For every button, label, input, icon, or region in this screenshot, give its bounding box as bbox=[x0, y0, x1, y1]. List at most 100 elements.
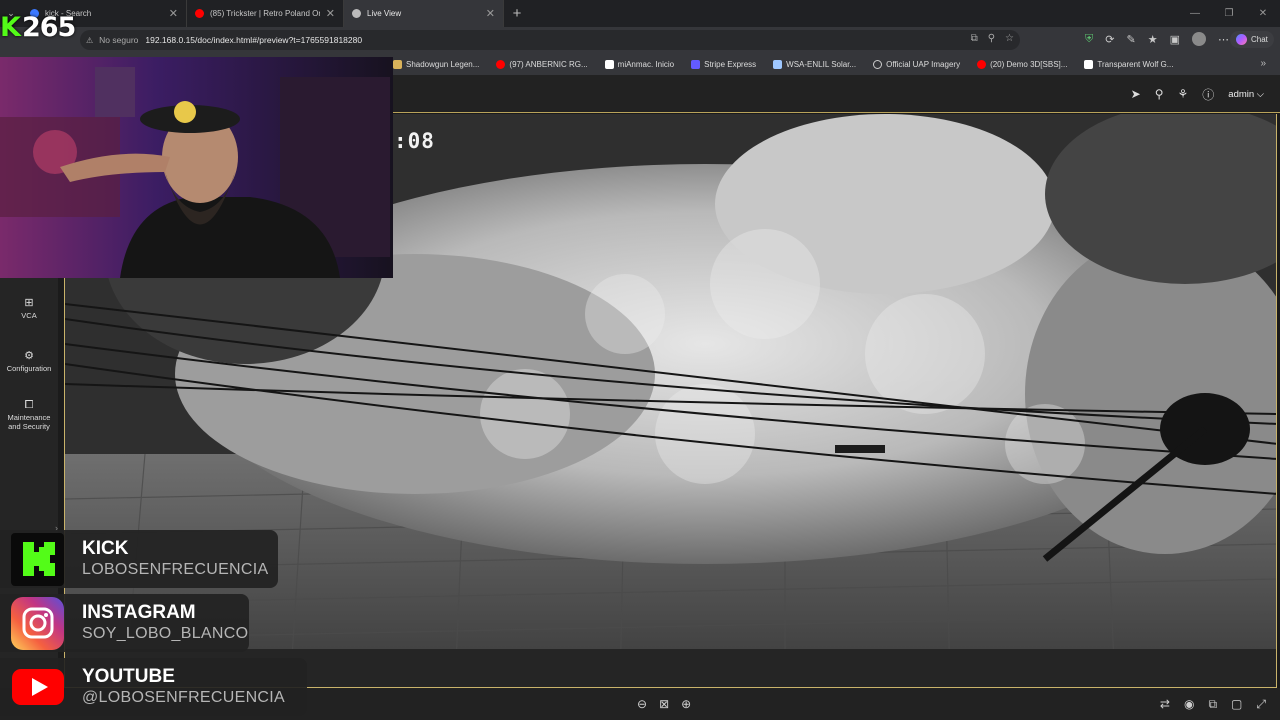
sidebar-item-label: VCA bbox=[21, 311, 37, 320]
live-view-favicon-icon bbox=[352, 9, 361, 18]
youtube-icon bbox=[496, 59, 506, 69]
streamer-webcam bbox=[0, 57, 393, 278]
bookmark-label: Stripe Express bbox=[704, 59, 757, 69]
refresh-extension-icon[interactable]: ⟳ bbox=[1105, 33, 1114, 46]
bookmark-label: Shadowgun Legen... bbox=[406, 59, 480, 69]
screen: ⌄ kick - Search ✕ (85) Trickster | Retro… bbox=[0, 0, 1280, 720]
new-tab-button[interactable]: + bbox=[504, 0, 530, 27]
address-bar[interactable]: ⚠ No seguro 192.168.0.15/doc/index.html#… bbox=[80, 30, 1020, 50]
youtube-icon bbox=[977, 59, 987, 69]
translate-icon[interactable]: ⧉ bbox=[971, 33, 978, 44]
bookmark-item[interactable]: Official UAP Imagery bbox=[873, 59, 961, 69]
close-tab-icon[interactable]: ✕ bbox=[480, 7, 495, 20]
key-icon[interactable]: ⚲ bbox=[988, 33, 995, 44]
tab-youtube[interactable]: (85) Trickster | Retro Poland Origin ✕ bbox=[187, 0, 344, 27]
toolbar-icons: ⛨ ⟳ ✎ ★ ▣ ⋯ bbox=[1085, 32, 1229, 46]
bookmark-label: Transparent Wolf G... bbox=[1097, 59, 1174, 69]
tab-strip: ⌄ kick - Search ✕ (85) Trickster | Retro… bbox=[0, 0, 1280, 27]
social-youtube: YOUTUBE @LOBOSENFRECUENCIA bbox=[0, 658, 307, 716]
user-menu[interactable]: admin ⌵ bbox=[1228, 89, 1264, 100]
bookmark-favicon-icon bbox=[773, 59, 783, 69]
bookmark-label: miAnmac. Inicio bbox=[617, 59, 675, 69]
sidebar-item-configuration[interactable]: ⚙ Configuration bbox=[0, 349, 58, 373]
social-handle: LOBOSENFRECUENCIA bbox=[82, 561, 269, 578]
vca-icon: ⊞ bbox=[24, 297, 34, 309]
bookmark-item[interactable]: Shadowgun Legen... bbox=[393, 59, 480, 69]
stop-icon[interactable]: ⊠ bbox=[659, 697, 669, 711]
kick-viewer-counter: K265 bbox=[0, 12, 76, 43]
next-icon[interactable]: ⊕ bbox=[681, 697, 691, 711]
bookmark-item[interactable]: miAnmac. Inicio bbox=[604, 59, 675, 69]
viewer-count: 265 bbox=[21, 12, 76, 43]
bookmark-favicon-icon bbox=[604, 59, 614, 69]
header-icons: ➤ ⚲ ⚘ ⓘ admin ⌵ bbox=[1131, 75, 1264, 113]
bookmark-label: (97) ANBERNIC RG... bbox=[509, 59, 588, 69]
extensions-icon[interactable]: ✎ bbox=[1126, 33, 1135, 46]
previous-icon[interactable]: ⊖ bbox=[637, 697, 647, 711]
tab-live-view[interactable]: Live View ✕ bbox=[344, 0, 504, 27]
social-handle: SOY_LOBO_BLANCO bbox=[82, 625, 249, 642]
bookmark-item[interactable]: WSA-ENLIL Solar... bbox=[773, 59, 857, 69]
more-menu-icon[interactable]: ⋯ bbox=[1218, 33, 1229, 46]
ptz-icon[interactable]: ⇄ bbox=[1160, 697, 1170, 711]
favorites-icon[interactable]: ★ bbox=[1148, 33, 1158, 46]
close-tab-icon[interactable]: ✕ bbox=[320, 7, 335, 20]
bookmark-item[interactable]: Transparent Wolf G... bbox=[1084, 59, 1174, 69]
collections-icon[interactable]: ▣ bbox=[1170, 33, 1180, 46]
youtube-favicon-icon bbox=[195, 9, 204, 18]
kick-logo-icon bbox=[11, 532, 64, 586]
social-text: YOUTUBE @LOBOSENFRECUENCIA bbox=[82, 666, 285, 708]
window-mode-icon[interactable]: ⧉ bbox=[1208, 697, 1217, 712]
social-title: INSTAGRAM bbox=[82, 602, 196, 623]
star-icon[interactable]: ☆ bbox=[1005, 33, 1014, 44]
tab-title: (85) Trickster | Retro Poland Origin bbox=[210, 9, 320, 18]
search-icon[interactable]: ⚲ bbox=[1155, 87, 1164, 101]
chevron-down-icon: ⌵ bbox=[1256, 88, 1264, 100]
social-title: YOUTUBE bbox=[82, 666, 175, 687]
instagram-logo-icon bbox=[11, 596, 64, 650]
bookmark-item[interactable]: (20) Demo 3D[SBS]... bbox=[977, 59, 1068, 69]
sidebar-item-maintenance[interactable]: ⧠ Maintenance and Security bbox=[0, 398, 58, 431]
record-icon[interactable]: ◉ bbox=[1184, 697, 1194, 711]
document-icon bbox=[1084, 59, 1094, 69]
fullscreen-icon[interactable]: ▢ bbox=[1231, 697, 1242, 711]
view-controls: ⇄ ◉ ⧉ ▢ ⤢ bbox=[1160, 688, 1266, 720]
minimize-icon[interactable]: — bbox=[1178, 0, 1212, 27]
social-kick: KICK LOBOSENFRECUENCIA bbox=[0, 530, 278, 588]
bookmark-label: Official UAP Imagery bbox=[886, 59, 961, 69]
chat-label: Chat bbox=[1251, 35, 1268, 44]
bookmark-label: WSA-ENLIL Solar... bbox=[786, 59, 857, 69]
osd-timestamp: :08 bbox=[394, 129, 435, 153]
shield-extension-icon[interactable]: ⛨ bbox=[1085, 33, 1093, 46]
expand-icon[interactable]: ⤢ bbox=[1256, 697, 1266, 712]
share-icon[interactable]: ⚘ bbox=[1178, 87, 1189, 101]
address-bar-icons: ⧉ ⚲ ☆ bbox=[971, 33, 1014, 44]
bookmark-label: (20) Demo 3D[SBS]... bbox=[990, 59, 1068, 69]
close-tab-icon[interactable]: ✕ bbox=[163, 7, 178, 20]
social-text: KICK LOBOSENFRECUENCIA bbox=[82, 538, 268, 580]
profile-avatar[interactable] bbox=[1191, 32, 1206, 46]
send-icon[interactable]: ➤ bbox=[1131, 87, 1141, 101]
copilot-icon bbox=[1236, 34, 1247, 45]
window-controls: — ❐ ✕ bbox=[1178, 0, 1280, 27]
maintenance-icon: ⧠ bbox=[24, 399, 34, 411]
bookmarks-overflow-icon[interactable]: » bbox=[1260, 53, 1266, 75]
url-text: 192.168.0.15/doc/index.html#/preview?t=1… bbox=[145, 35, 363, 45]
youtube-logo-icon bbox=[11, 661, 64, 714]
social-handle: @LOBOSENFRECUENCIA bbox=[82, 689, 286, 706]
info-icon[interactable]: ⓘ bbox=[1202, 86, 1214, 103]
close-window-icon[interactable]: ✕ bbox=[1246, 0, 1280, 27]
maximize-icon[interactable]: ❐ bbox=[1212, 0, 1246, 27]
webcam-image bbox=[0, 57, 393, 278]
copilot-chat-button[interactable]: Chat bbox=[1230, 31, 1274, 48]
sidebar-item-label-line2: and Security bbox=[8, 422, 50, 431]
sidebar-item-vca[interactable]: ⊞ VCA bbox=[0, 296, 58, 320]
tab-title: Live View bbox=[367, 9, 402, 18]
bookmark-item[interactable]: (97) ANBERNIC RG... bbox=[496, 59, 588, 69]
bookmark-favicon-icon bbox=[393, 59, 402, 69]
kick-k-icon: K bbox=[0, 12, 21, 43]
stripe-icon bbox=[691, 59, 701, 69]
not-secure-icon: ⚠ bbox=[86, 35, 94, 45]
sidebar-item-label: Configuration bbox=[6, 364, 52, 373]
bookmark-item[interactable]: Stripe Express bbox=[691, 59, 757, 69]
